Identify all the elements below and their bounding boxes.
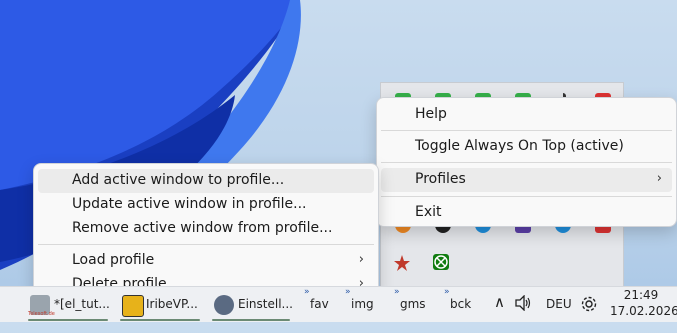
folder-chevron-icon: » bbox=[394, 287, 400, 297]
toolbar-folder-img[interactable]: » img bbox=[345, 287, 379, 323]
menu-separator bbox=[38, 244, 374, 245]
running-indicator bbox=[28, 319, 108, 321]
menu-item-label: Remove active window from profile... bbox=[72, 220, 333, 236]
menu-item-label: Add active window to profile... bbox=[72, 172, 285, 188]
menu-item-add-window-to-profile[interactable]: Add active window to profile... bbox=[38, 169, 374, 193]
toolbar-folder-bck[interactable]: » bck bbox=[444, 287, 480, 323]
folder-chevron-icon: » bbox=[304, 287, 310, 297]
menu-item-label: Load profile bbox=[72, 252, 155, 268]
menu-item-label: Help bbox=[415, 106, 447, 122]
menu-item-exit[interactable]: Exit bbox=[381, 201, 672, 225]
menu-item-help[interactable]: Help bbox=[381, 103, 672, 127]
taskbar-app-label: Einstell... bbox=[238, 297, 293, 311]
taskbar-app-label: *[el_tut... bbox=[54, 297, 110, 311]
clock-date: 17.02.2026 bbox=[610, 304, 677, 318]
yellow-app-icon bbox=[122, 295, 144, 317]
gear-icon[interactable] bbox=[580, 295, 598, 331]
xbox-icon[interactable] bbox=[433, 254, 449, 270]
running-indicator bbox=[120, 319, 200, 321]
settings-gear-icon bbox=[214, 295, 234, 315]
taskbar-app-iribevp[interactable]: IribeVP... bbox=[116, 289, 204, 321]
taskbar-app-einstellungen[interactable]: Einstell... bbox=[208, 289, 294, 321]
menu-item-remove-window-from-profile[interactable]: Remove active window from profile... bbox=[38, 217, 374, 241]
taskbar: *[el_tut... Telesoft.de IribeVP... Einst… bbox=[0, 286, 677, 322]
menu-item-label: Update active window in profile... bbox=[72, 196, 307, 212]
menu-separator bbox=[381, 130, 672, 131]
red-star-icon[interactable] bbox=[393, 254, 410, 271]
profiles-submenu: Add active window to profile... Update a… bbox=[33, 163, 379, 297]
show-hidden-icons-chevron-icon[interactable]: ∧ bbox=[494, 293, 505, 329]
clock[interactable]: 21:49 17.02.2026 bbox=[610, 287, 677, 323]
chevron-right-icon: › bbox=[656, 171, 662, 186]
clock-time: 21:49 bbox=[623, 288, 659, 302]
folder-label: bck bbox=[450, 297, 472, 311]
menu-item-update-window-in-profile[interactable]: Update active window in profile... bbox=[38, 193, 374, 217]
input-language-indicator[interactable]: DEU bbox=[546, 297, 572, 333]
menu-separator bbox=[381, 196, 672, 197]
taskbar-app-telesoft[interactable]: *[el_tut... Telesoft.de bbox=[24, 289, 112, 321]
menu-item-load-profile[interactable]: Load profile › bbox=[38, 249, 374, 273]
menu-item-label: Profiles bbox=[415, 171, 466, 187]
running-indicator bbox=[212, 319, 290, 321]
folder-label: fav bbox=[310, 297, 329, 311]
menu-item-label: Exit bbox=[415, 204, 442, 220]
folder-chevron-icon: » bbox=[444, 287, 450, 297]
toolbar-folder-fav[interactable]: » fav bbox=[304, 287, 338, 323]
folder-label: img bbox=[351, 297, 374, 311]
folder-label: gms bbox=[400, 297, 426, 311]
menu-separator bbox=[381, 162, 672, 163]
toolbar-folder-gms[interactable]: » gms bbox=[394, 287, 432, 323]
tray-context-menu: Help Toggle Always On Top (active) Profi… bbox=[376, 97, 677, 227]
folder-chevron-icon: » bbox=[345, 287, 351, 297]
speaker-icon[interactable] bbox=[514, 294, 532, 331]
chevron-right-icon: › bbox=[358, 252, 364, 267]
menu-item-label: Toggle Always On Top (active) bbox=[415, 138, 624, 154]
taskbar-app-label: IribeVP... bbox=[146, 297, 198, 311]
taskbar-app-sublabel: Telesoft.de bbox=[28, 311, 55, 317]
menu-item-profiles[interactable]: Profiles › bbox=[381, 168, 672, 192]
menu-item-toggle-always-on-top[interactable]: Toggle Always On Top (active) bbox=[381, 135, 672, 159]
